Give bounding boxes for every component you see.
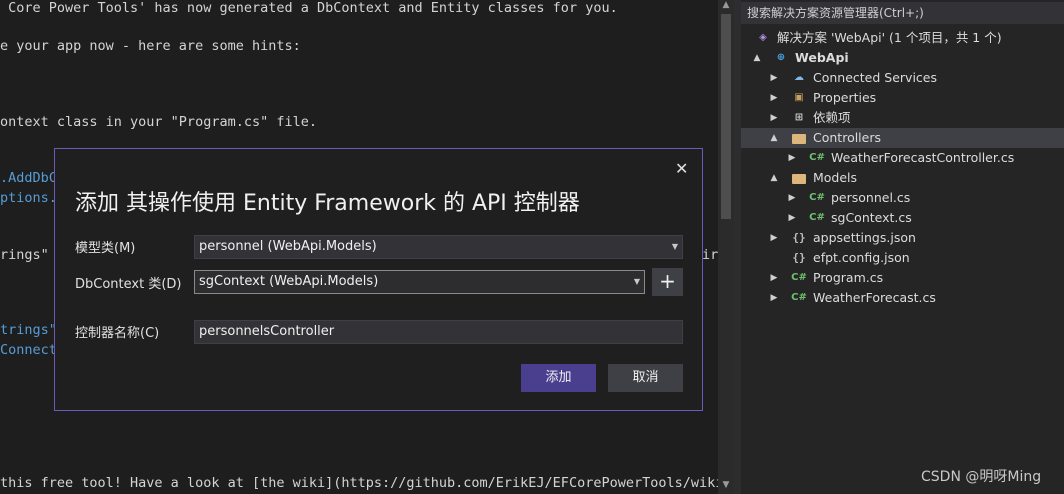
- chevron-collapsed-icon[interactable]: ▶: [769, 68, 779, 88]
- tree-item-label: WeatherForecastController.cs: [831, 150, 1015, 165]
- chevron-collapsed-icon[interactable]: ▶: [769, 108, 779, 128]
- tree-item-weatherforecast[interactable]: ▶ C# WeatherForecast.cs: [741, 288, 1064, 308]
- pane-splitter[interactable]: [734, 0, 741, 494]
- json-file-icon: {}: [792, 231, 806, 244]
- chevron-collapsed-icon[interactable]: ▶: [787, 148, 797, 168]
- code-line: Connect: [0, 342, 57, 358]
- tree-item-label: WeatherForecast.cs: [813, 290, 936, 305]
- tree-item-properties[interactable]: ▶ ▣ Properties: [741, 88, 1064, 108]
- code-line: trings": [0, 322, 57, 338]
- add-button[interactable]: 添加: [521, 364, 596, 392]
- tree-item-weatherforecastcontroller[interactable]: ▶ C# WeatherForecastController.cs: [741, 148, 1064, 168]
- tree-item-label: Connected Services: [813, 70, 937, 85]
- folder-icon: [792, 134, 806, 144]
- scrollbar-thumb[interactable]: [721, 14, 731, 219]
- code-line: ir: [702, 247, 718, 263]
- code-line: e your app now - here are some hints:: [0, 38, 301, 54]
- tree-item-label: appsettings.json: [813, 230, 916, 245]
- csharp-file-icon: C#: [791, 272, 807, 283]
- dbcontext-label: DbContext 类(D): [75, 277, 182, 292]
- model-class-select[interactable]: personnel (WebApi.Models) ▼: [194, 235, 683, 259]
- chevron-collapsed-icon[interactable]: ▶: [769, 268, 779, 288]
- chevron-collapsed-icon[interactable]: ▶: [769, 228, 779, 248]
- solution-icon: ◈: [759, 32, 767, 43]
- chevron-collapsed-icon[interactable]: ▶: [787, 208, 797, 228]
- tree-item-appsettings[interactable]: ▶ {} appsettings.json: [741, 228, 1064, 248]
- chevron-down-icon[interactable]: ▼: [634, 271, 640, 293]
- solution-explorer: 搜索解决方案资源管理器(Ctrl+;) ◈ 解决方案 'WebApi' (1 个…: [741, 0, 1064, 494]
- add-dbcontext-button[interactable]: +: [652, 268, 683, 296]
- solution-search-input[interactable]: 搜索解决方案资源管理器(Ctrl+;): [741, 2, 1064, 24]
- tree-item-sgcontext[interactable]: ▶ C# sgContext.cs: [741, 208, 1064, 228]
- csharp-file-icon: C#: [809, 212, 825, 223]
- tree-item-label: Program.cs: [813, 270, 884, 285]
- editor-scrollbar[interactable]: ▲ ▼: [718, 0, 734, 494]
- csharp-file-icon: C#: [791, 292, 807, 303]
- tree-item-dependencies[interactable]: ▶ ⊞ 依赖项: [741, 108, 1064, 128]
- tree-item-personnel[interactable]: ▶ C# personnel.cs: [741, 188, 1064, 208]
- code-line: .AddDbC: [0, 170, 57, 186]
- project-globe-icon: ⊕: [776, 52, 786, 63]
- dependencies-icon: ⊞: [794, 112, 804, 123]
- chevron-collapsed-icon[interactable]: ▶: [769, 288, 779, 308]
- close-icon[interactable]: ✕: [675, 159, 688, 178]
- tree-item-label: Properties: [813, 90, 877, 105]
- tree-item-label: sgContext.cs: [831, 210, 912, 225]
- connected-services-icon: ☁: [794, 72, 804, 83]
- code-line: ptions.: [0, 190, 57, 206]
- json-file-icon: {}: [792, 251, 806, 264]
- chevron-expanded-icon[interactable]: ▲: [769, 128, 779, 148]
- dbcontext-select[interactable]: sgContext (WebApi.Models) ▼: [194, 270, 645, 294]
- folder-icon: [792, 174, 806, 184]
- tree-item-label: efpt.config.json: [813, 250, 910, 265]
- controller-name-label: 控制器名称(C): [75, 326, 160, 341]
- chevron-expanded-icon[interactable]: ▲: [769, 168, 779, 188]
- model-class-value: personnel (WebApi.Models): [199, 239, 377, 254]
- chevron-collapsed-icon[interactable]: ▶: [787, 188, 797, 208]
- code-line: this free tool! Have a look at [the wiki…: [0, 475, 718, 491]
- model-class-label: 模型类(M): [75, 241, 136, 256]
- tree-item-label: WebApi: [795, 50, 849, 65]
- dbcontext-value: sgContext (WebApi.Models): [199, 274, 379, 289]
- dialog-title: 添加 其操作使用 Entity Framework 的 API 控制器: [75, 191, 580, 216]
- tree-item-efpt-config[interactable]: {} efpt.config.json: [741, 248, 1064, 268]
- chevron-collapsed-icon[interactable]: ▶: [769, 88, 779, 108]
- controller-name-input[interactable]: personnelsController: [194, 320, 683, 344]
- scroll-up-icon[interactable]: ▲: [718, 0, 734, 10]
- properties-wrench-icon: ▣: [794, 92, 804, 103]
- chevron-expanded-icon[interactable]: ▲: [752, 48, 762, 68]
- tree-item-label: 解决方案 'WebApi' (1 个项目，共 1 个): [777, 30, 1002, 45]
- code-line: ontext class in your "Program.cs" file.: [0, 114, 317, 130]
- tree-item-label: Models: [813, 170, 858, 185]
- tree-item-solution[interactable]: ◈ 解决方案 'WebApi' (1 个项目，共 1 个): [741, 28, 1064, 48]
- csharp-file-icon: C#: [809, 192, 825, 203]
- add-api-controller-dialog: ✕ 添加 其操作使用 Entity Framework 的 API 控制器 模型…: [54, 148, 703, 411]
- code-line: Core Power Tools' has now generated a Db…: [0, 0, 618, 16]
- watermark: CSDN @明呀Ming: [921, 469, 1042, 485]
- tree-item-label: personnel.cs: [831, 190, 911, 205]
- chevron-down-icon[interactable]: ▼: [672, 236, 678, 258]
- tree-item-webapi[interactable]: ▲ ⊕ WebApi: [741, 48, 1064, 68]
- tree-item-label: Controllers: [813, 130, 881, 145]
- tree-item-program[interactable]: ▶ C# Program.cs: [741, 268, 1064, 288]
- code-line: rings": [0, 247, 49, 263]
- scroll-down-icon[interactable]: ▼: [718, 480, 734, 490]
- tree-item-controllers[interactable]: ▲ Controllers: [741, 128, 1064, 148]
- tree-item-models[interactable]: ▲ Models: [741, 168, 1064, 188]
- cancel-button[interactable]: 取消: [608, 364, 683, 392]
- tree-item-label: 依赖项: [813, 110, 851, 125]
- tree-item-connected-services[interactable]: ▶ ☁ Connected Services: [741, 68, 1064, 88]
- csharp-file-icon: C#: [809, 152, 825, 163]
